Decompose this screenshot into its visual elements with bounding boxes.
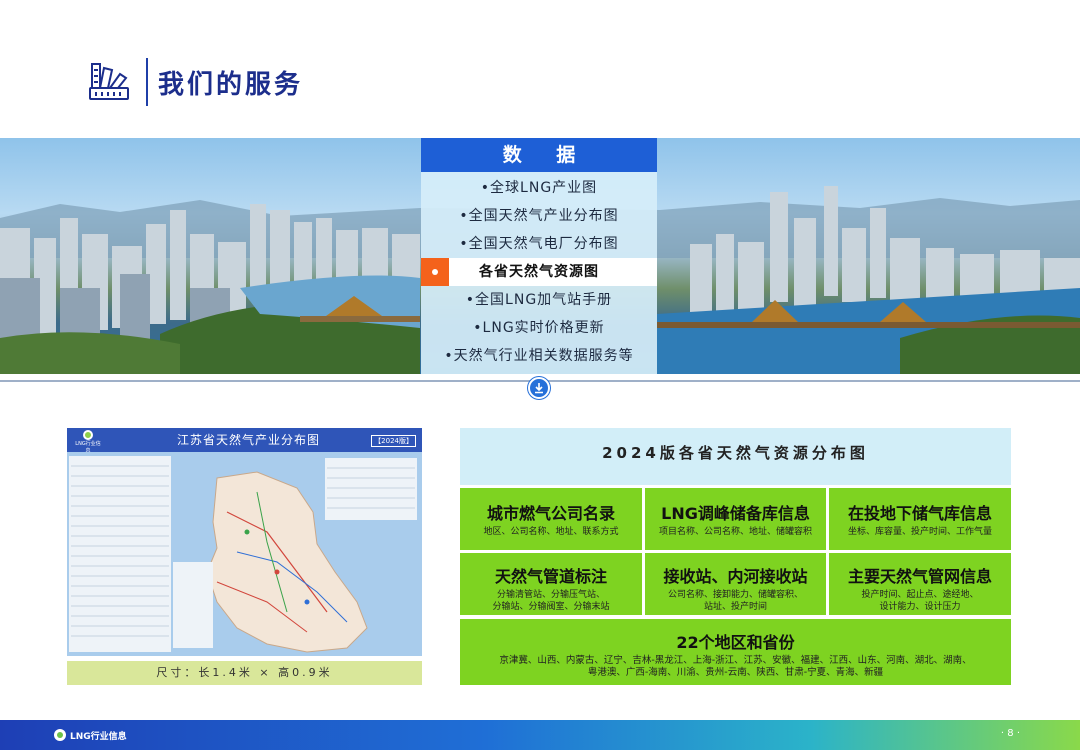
data-item-global-lng-map[interactable]: •全球LNG产业图 — [421, 174, 657, 202]
cell-subtitle: 分输清管站、分输压气站、 分输站、分输阀室、分输末站 — [492, 590, 610, 612]
cell-subtitle: 坐标、库容量、投产时间、工作气量 — [847, 527, 992, 537]
data-item-label: •全国天然气产业分布图 — [459, 208, 619, 224]
cell-title: 城市燃气公司名录 — [486, 504, 615, 523]
resource-map-info-card: 2024版各省天然气资源分布图 城市燃气公司名录 地区、公司名称、地址、联系方式… — [460, 428, 1011, 685]
cell-title: 22个地区和省份 — [676, 633, 795, 652]
cell-subtitle: 地区、公司名称、地址、联系方式 — [483, 527, 619, 537]
page-header: 我们的服务 — [0, 0, 1080, 138]
data-item-label: •天然气行业相关数据服务等 — [444, 348, 634, 364]
page-footer: LNG行业信息 · 8 · — [0, 720, 1080, 750]
footer-brand-icon — [54, 729, 66, 741]
data-item-label: •全球LNG产业图 — [480, 180, 598, 196]
page-number: · 8 · — [1000, 728, 1020, 739]
data-item-national-gas-power-plant-map[interactable]: •全国天然气电厂分布图 — [421, 230, 657, 258]
data-item-lng-realtime-price[interactable]: •LNG实时价格更新 — [421, 314, 657, 342]
page-title: 我们的服务 — [158, 70, 304, 100]
cell-underground-storage: 在投地下储气库信息 坐标、库容量、投产时间、工作气量 — [829, 488, 1011, 550]
map-title: 江苏省天然气产业分布图 — [177, 433, 321, 447]
data-item-lng-station-handbook[interactable]: •全国LNG加气站手册 — [421, 286, 657, 314]
cell-subtitle: 公司名称、接卸能力、储罐容积、 站址、投产时间 — [667, 590, 803, 612]
cell-receiving-stations: 接收站、内河接收站 公司名称、接卸能力、储罐容积、 站址、投产时间 — [645, 553, 826, 615]
data-panel-heading: 数 据 — [421, 138, 657, 172]
data-item-label: 各省天然气资源图 — [479, 264, 599, 280]
footer-brand-text: LNG行业信息 — [70, 732, 127, 742]
map-size-caption: 尺寸：长1.4米 × 高0.9米 — [67, 661, 422, 685]
brand-circle-icon — [83, 430, 93, 440]
map-brand-logo: LNG行业信息 — [73, 430, 103, 454]
header-divider — [146, 58, 148, 106]
jiangsu-map-image — [67, 452, 422, 656]
cell-main-pipeline-network: 主要天然气管网信息 投产时间、起止点、途经地、 设计能力、设计压力 — [829, 553, 1011, 615]
data-item-national-gas-industry-map[interactable]: •全国天然气产业分布图 — [421, 202, 657, 230]
data-item-provincial-gas-resource-map[interactable]: 各省天然气资源图 — [421, 258, 657, 286]
cell-title: 接收站、内河接收站 — [663, 567, 808, 586]
map-edition-tag: 【2024版】 — [371, 435, 416, 447]
data-services-list: •全球LNG产业图 •全国天然气产业分布图 •全国天然气电厂分布图 各省天然气资… — [421, 172, 657, 374]
data-services-panel: 数 据 •全球LNG产业图 •全国天然气产业分布图 •全国天然气电厂分布图 各省… — [421, 138, 657, 374]
service-logo-icon — [89, 63, 129, 100]
cell-title: LNG调峰储备库信息 — [661, 504, 810, 523]
map-title-bar: LNG行业信息 江苏省天然气产业分布图 【2024版】 — [67, 428, 422, 454]
data-item-gas-industry-data-services[interactable]: •天然气行业相关数据服务等 — [421, 342, 657, 370]
active-bullet-icon — [421, 258, 449, 286]
info-card-title: 2024版各省天然气资源分布图 — [460, 428, 1011, 485]
jiangsu-province-map-illustration — [69, 456, 417, 653]
cell-subtitle: 京津冀、山西、内蒙古、辽宁、吉林-黑龙江、上海-浙江、江苏、安徽、福建、江西、山… — [499, 655, 972, 678]
cell-gas-pipeline-marking: 天然气管道标注 分输清管站、分输压气站、 分输站、分输阀室、分输末站 — [460, 553, 642, 615]
cell-title: 天然气管道标注 — [494, 567, 607, 586]
cell-title: 主要天然气管网信息 — [847, 567, 992, 586]
cell-city-gas-directory: 城市燃气公司名录 地区、公司名称、地址、联系方式 — [460, 488, 642, 550]
cell-lng-peak-storage: LNG调峰储备库信息 项目名称、公司名称、地址、储罐容积 — [645, 488, 826, 550]
data-item-label: •全国LNG加气站手册 — [465, 292, 613, 308]
cell-title: 在投地下储气库信息 — [847, 504, 992, 523]
data-item-label: •全国天然气电厂分布图 — [459, 236, 619, 252]
download-arrow-icon — [535, 383, 543, 394]
cell-22-regions: 22个地区和省份 京津冀、山西、内蒙古、辽宁、吉林-黑龙江、上海-浙江、江苏、安… — [460, 619, 1011, 685]
jiangsu-map-card: LNG行业信息 江苏省天然气产业分布图 【2024版】 尺寸：长1.4米 × 高… — [67, 428, 422, 685]
data-item-label: •LNG实时价格更新 — [473, 320, 605, 336]
cell-subtitle: 项目名称、公司名称、地址、储罐容积 — [658, 527, 812, 537]
cell-subtitle: 投产时间、起止点、途经地、 设计能力、设计压力 — [861, 590, 979, 612]
scroll-down-button[interactable] — [528, 377, 550, 399]
